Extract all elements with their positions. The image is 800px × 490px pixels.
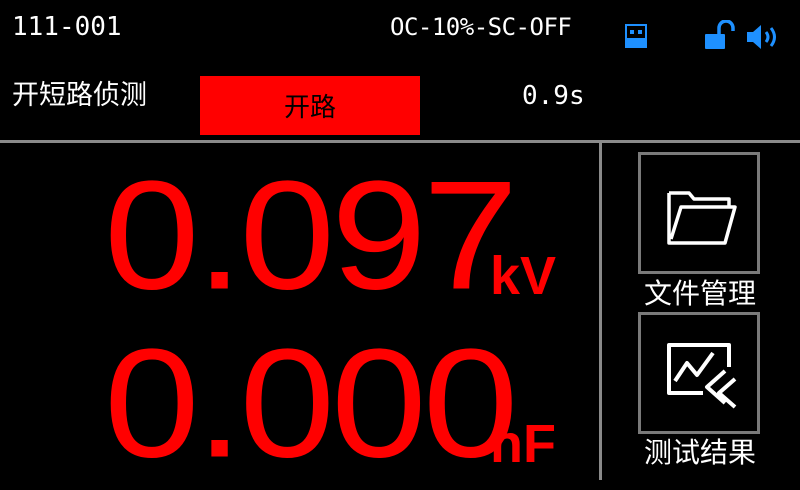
detection-time: 0.9s xyxy=(522,81,585,111)
file-id: 111-001 xyxy=(12,12,122,42)
detection-state-button[interactable]: 开路 xyxy=(200,76,420,135)
usb-storage-icon xyxy=(625,24,647,48)
capacitance-reading: 0.000 xyxy=(104,317,518,490)
voltage-unit: kV xyxy=(490,246,557,306)
unlocked-icon[interactable] xyxy=(703,20,741,52)
chart-return-icon xyxy=(667,343,737,409)
capacitance-unit: nF xyxy=(490,414,556,474)
folder-icon xyxy=(667,191,737,245)
test-results-label: 测试结果 xyxy=(643,436,756,469)
vertical-divider xyxy=(599,143,602,480)
file-manage-label: 文件管理 xyxy=(643,277,756,310)
detection-label: 开短路侦测 xyxy=(12,80,147,111)
horizontal-divider xyxy=(0,140,800,143)
file-manage-button[interactable] xyxy=(638,152,760,274)
mode-status: OC-10%-SC-OFF xyxy=(390,13,572,41)
voltage-reading: 0.097 xyxy=(104,149,518,322)
test-results-button[interactable] xyxy=(638,312,760,434)
speaker-icon[interactable] xyxy=(745,22,781,52)
